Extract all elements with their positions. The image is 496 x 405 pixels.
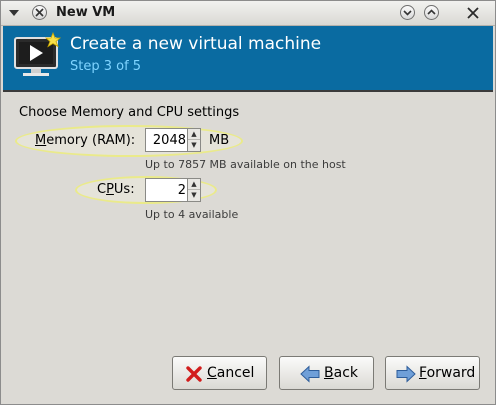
cpus-label: CPUs:	[97, 182, 135, 197]
close-circle-icon[interactable]	[32, 5, 47, 20]
new-vm-dialog: New VM Create a new virtual machine Step…	[0, 0, 496, 405]
cancel-label-text: ancel	[216, 365, 255, 381]
memory-label-mnemonic: M	[35, 133, 47, 148]
cancel-mnemonic: C	[207, 365, 217, 381]
cpus-label-mnemonic: P	[106, 182, 114, 197]
cpus-increment-icon[interactable]: ▲	[188, 179, 200, 190]
memory-hint: Up to 7857 MB available on the host	[145, 158, 346, 171]
banner-title: Create a new virtual machine	[70, 34, 322, 54]
wizard-banner: Create a new virtual machine Step 3 of 5	[3, 26, 493, 92]
back-arrow-icon	[300, 365, 320, 387]
cpus-label-text: Us:	[113, 182, 135, 197]
forward-mnemonic: F	[419, 365, 427, 381]
memory-label: Memory (RAM):	[35, 133, 135, 148]
cpus-spinbutton[interactable]: ▲ ▼	[145, 178, 201, 202]
forward-label: Forward	[419, 365, 475, 381]
forward-arrow-icon	[396, 365, 416, 387]
window-menu-icon[interactable]	[7, 7, 19, 19]
memory-label-text: emory (RAM):	[46, 133, 136, 148]
memory-spin-buttons: ▲ ▼	[187, 129, 200, 151]
back-label: Back	[324, 365, 358, 381]
memory-increment-icon[interactable]: ▲	[188, 129, 200, 140]
memory-input[interactable]	[146, 129, 188, 151]
banner-step: Step 3 of 5	[70, 59, 142, 74]
back-label-text: ack	[333, 365, 358, 381]
title-bar[interactable]: New VM	[1, 1, 495, 26]
cancel-label: Cancel	[207, 365, 254, 381]
window-title: New VM	[56, 5, 116, 20]
minimize-icon[interactable]	[400, 5, 415, 20]
vm-monitor-icon	[13, 31, 63, 82]
forward-label-text: orward	[426, 365, 476, 381]
cpus-input[interactable]	[146, 179, 188, 201]
maximize-icon[interactable]	[424, 5, 439, 20]
cpus-spin-buttons: ▲ ▼	[187, 179, 200, 201]
cpus-hint: Up to 4 available	[145, 208, 239, 221]
close-icon[interactable]	[465, 5, 480, 20]
cpus-decrement-icon[interactable]: ▼	[188, 190, 200, 201]
memory-unit: MB	[209, 133, 230, 148]
back-button[interactable]: Back	[279, 356, 374, 390]
section-heading: Choose Memory and CPU settings	[19, 105, 240, 120]
memory-decrement-icon[interactable]: ▼	[188, 140, 200, 151]
cancel-button[interactable]: Cancel	[172, 356, 267, 390]
cancel-icon	[185, 365, 203, 387]
cpus-label-prefix: C	[97, 182, 107, 197]
forward-button[interactable]: Forward	[385, 356, 480, 390]
memory-spinbutton[interactable]: ▲ ▼	[145, 128, 201, 152]
back-mnemonic: B	[324, 365, 334, 381]
